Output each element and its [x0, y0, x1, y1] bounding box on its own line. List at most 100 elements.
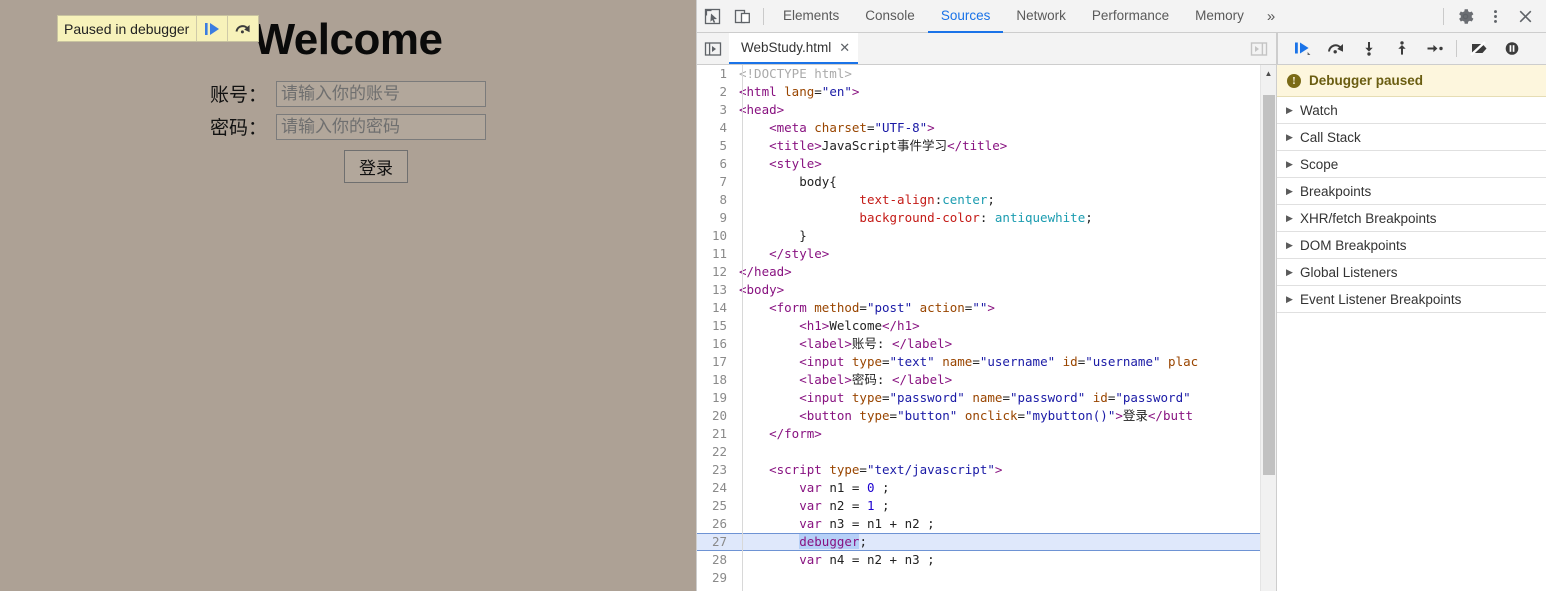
sidebar-section-watch[interactable]: ▶Watch — [1277, 97, 1546, 124]
line-number[interactable]: 9 — [697, 209, 733, 227]
line-number[interactable]: 12 — [697, 263, 733, 281]
code-line[interactable]: 10 } — [697, 227, 1276, 245]
line-number[interactable]: 10 — [697, 227, 733, 245]
scrollbar-thumb[interactable] — [1263, 95, 1275, 475]
code-line[interactable]: 19 <input type="password" name="password… — [697, 389, 1276, 407]
tab-memory[interactable]: Memory — [1182, 0, 1257, 33]
login-button[interactable]: 登录 — [344, 150, 408, 183]
code-line[interactable]: 14 <form method="post" action=""> — [697, 299, 1276, 317]
code-line[interactable]: 9 background-color: antiquewhite; — [697, 209, 1276, 227]
line-number[interactable]: 4 — [697, 119, 733, 137]
code-line[interactable]: 4 <meta charset="UTF-8"> — [697, 119, 1276, 137]
file-tab-webstudy[interactable]: WebStudy.html ✕ — [729, 33, 858, 64]
step-out-button[interactable] — [1385, 36, 1418, 62]
code-line[interactable]: 22 — [697, 443, 1276, 461]
step-into-button[interactable] — [1352, 36, 1385, 62]
sidebar-section-scope[interactable]: ▶Scope — [1277, 151, 1546, 178]
code-editor-pane[interactable]: 1<!DOCTYPE html>2<html lang="en">3<head>… — [697, 65, 1277, 591]
code-line[interactable]: 25 var n2 = 1 ; — [697, 497, 1276, 515]
code-line[interactable]: 17 <input type="text" name="username" id… — [697, 353, 1276, 371]
line-number[interactable]: 20 — [697, 407, 733, 425]
line-number[interactable]: 17 — [697, 353, 733, 371]
settings-button[interactable] — [1450, 3, 1480, 30]
code-line[interactable]: 8 text-align:center; — [697, 191, 1276, 209]
code-line[interactable]: 1<!DOCTYPE html> — [697, 65, 1276, 83]
code-line[interactable]: 5 <title>JavaScript事件学习</title> — [697, 137, 1276, 155]
overlay-resume-button[interactable] — [196, 16, 227, 41]
code-line[interactable]: 24 var n1 = 0 ; — [697, 479, 1276, 497]
username-input[interactable] — [276, 81, 486, 107]
line-number[interactable]: 2 — [697, 83, 733, 101]
code-line[interactable]: 7 body{ — [697, 173, 1276, 191]
resume-button[interactable] — [1286, 36, 1319, 62]
line-number[interactable]: 6 — [697, 155, 733, 173]
toggle-device-toolbar-button[interactable] — [727, 3, 757, 30]
code-line[interactable]: 26 var n3 = n1 + n2 ; — [697, 515, 1276, 533]
line-number[interactable]: 26 — [697, 515, 733, 533]
line-number[interactable]: 16 — [697, 335, 733, 353]
line-number[interactable]: 19 — [697, 389, 733, 407]
line-number[interactable]: 23 — [697, 461, 733, 479]
line-number[interactable]: 14 — [697, 299, 733, 317]
code-line[interactable]: 21 </form> — [697, 425, 1276, 443]
code-line-text: </form> — [733, 425, 822, 443]
line-number[interactable]: 29 — [697, 569, 733, 587]
tab-performance[interactable]: Performance — [1079, 0, 1182, 33]
line-number[interactable]: 5 — [697, 137, 733, 155]
file-tab-close-icon[interactable]: ✕ — [839, 40, 850, 56]
inspect-element-button[interactable] — [697, 3, 727, 30]
close-devtools-button[interactable] — [1510, 3, 1540, 30]
scroll-up-arrow-icon[interactable]: ▲ — [1261, 65, 1276, 81]
line-number[interactable]: 22 — [697, 443, 733, 461]
show-debugger-sidebar-button[interactable] — [1242, 33, 1276, 64]
code-editor[interactable]: 1<!DOCTYPE html>2<html lang="en">3<head>… — [697, 65, 1276, 591]
tab-sources[interactable]: Sources — [928, 0, 1004, 33]
code-line[interactable]: 28 var n4 = n2 + n3 ; — [697, 551, 1276, 569]
code-line[interactable]: 15 <h1>Welcome</h1> — [697, 317, 1276, 335]
overlay-step-over-button[interactable] — [227, 16, 258, 41]
line-number[interactable]: 25 — [697, 497, 733, 515]
line-number[interactable]: 28 — [697, 551, 733, 569]
show-navigator-button[interactable] — [697, 33, 729, 64]
sidebar-section-call-stack[interactable]: ▶Call Stack — [1277, 124, 1546, 151]
code-line[interactable]: 23 <script type="text/javascript"> — [697, 461, 1276, 479]
more-options-button[interactable] — [1480, 3, 1510, 30]
line-number[interactable]: 27 — [697, 533, 733, 551]
step-over-button[interactable] — [1319, 36, 1352, 62]
sidebar-section-breakpoints[interactable]: ▶Breakpoints — [1277, 178, 1546, 205]
code-line[interactable]: 6 <style> — [697, 155, 1276, 173]
sidebar-section-xhr-fetch-breakpoints[interactable]: ▶XHR/fetch Breakpoints — [1277, 205, 1546, 232]
code-line[interactable]: 3<head> — [697, 101, 1276, 119]
sidebar-section-event-listener-breakpoints[interactable]: ▶Event Listener Breakpoints — [1277, 286, 1546, 313]
sidebar-section-dom-breakpoints[interactable]: ▶DOM Breakpoints — [1277, 232, 1546, 259]
line-number[interactable]: 11 — [697, 245, 733, 263]
code-line[interactable]: 16 <label>账号: </label> — [697, 335, 1276, 353]
code-line[interactable]: 20 <button type="button" onclick="mybutt… — [697, 407, 1276, 425]
line-number[interactable]: 15 — [697, 317, 733, 335]
code-line[interactable]: 12</head> — [697, 263, 1276, 281]
deactivate-breakpoints-button[interactable] — [1462, 36, 1495, 62]
line-number[interactable]: 18 — [697, 371, 733, 389]
editor-vertical-scrollbar[interactable]: ▲ — [1260, 65, 1276, 591]
sidebar-section-global-listeners[interactable]: ▶Global Listeners — [1277, 259, 1546, 286]
more-tabs-button[interactable]: » — [1257, 0, 1285, 33]
password-input[interactable] — [276, 114, 486, 140]
line-number[interactable]: 24 — [697, 479, 733, 497]
tab-network[interactable]: Network — [1003, 0, 1079, 33]
code-line[interactable]: 11 </style> — [697, 245, 1276, 263]
code-line[interactable]: 18 <label>密码: </label> — [697, 371, 1276, 389]
line-number[interactable]: 21 — [697, 425, 733, 443]
code-line[interactable]: 2<html lang="en"> — [697, 83, 1276, 101]
code-line[interactable]: 27 debugger; — [697, 533, 1276, 551]
tab-elements[interactable]: Elements — [770, 0, 852, 33]
code-line[interactable]: 29 — [697, 569, 1276, 587]
tab-console[interactable]: Console — [852, 0, 928, 33]
line-number[interactable]: 8 — [697, 191, 733, 209]
pause-on-exceptions-button[interactable] — [1495, 36, 1528, 62]
line-number[interactable]: 7 — [697, 173, 733, 191]
step-button[interactable] — [1418, 36, 1451, 62]
line-number[interactable]: 13 — [697, 281, 733, 299]
line-number[interactable]: 3 — [697, 101, 733, 119]
code-line[interactable]: 13<body> — [697, 281, 1276, 299]
line-number[interactable]: 1 — [697, 65, 733, 83]
